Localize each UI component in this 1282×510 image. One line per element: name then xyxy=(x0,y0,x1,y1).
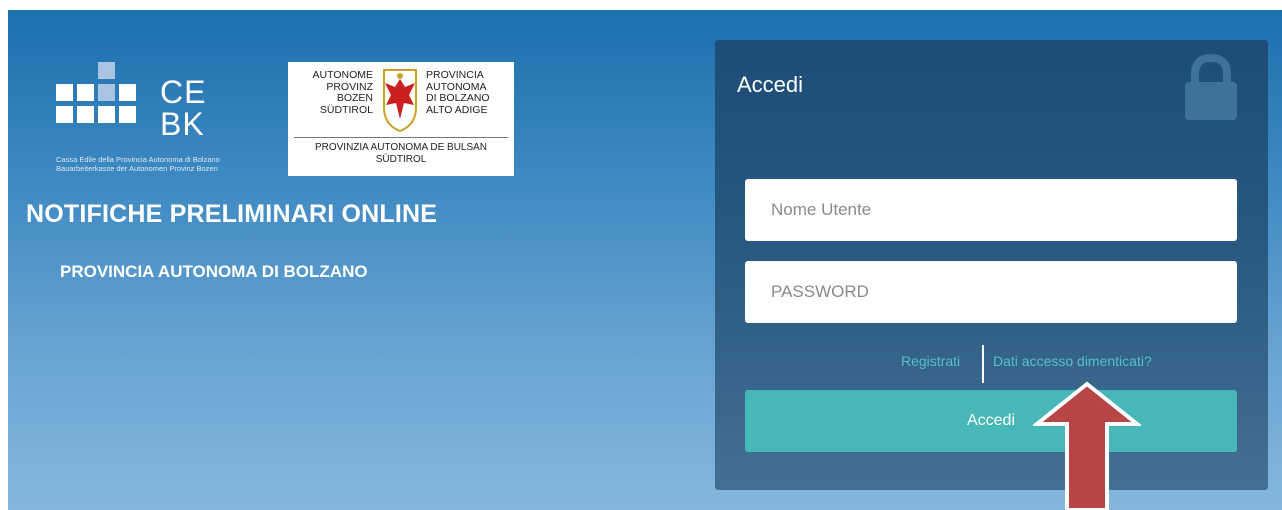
register-link[interactable]: Registrati xyxy=(901,353,960,369)
divider xyxy=(294,137,508,138)
province-logo-right-text: PROVINCIA AUTONOMA DI BOLZANO ALTO ADIGE xyxy=(426,69,516,116)
logo-tagline: Cassa Edile della Provincia Autonoma di … xyxy=(56,155,316,173)
username-input[interactable] xyxy=(745,179,1237,241)
login-title: Accedi xyxy=(737,72,804,97)
password-input[interactable] xyxy=(745,261,1237,323)
logo-square xyxy=(98,62,115,79)
logo-square xyxy=(56,106,73,123)
province-logo-left-text: AUTONOME PROVINZ BOZEN SÜDTIROL xyxy=(288,69,373,116)
login-panel: Accedi Registrati Dati accesso dimentica… xyxy=(715,40,1268,490)
province-text-line: DI BOLZANO xyxy=(426,92,490,104)
province-text-line: ALTO ADIGE xyxy=(426,103,488,116)
province-logo: AUTONOME PROVINZ BOZEN SÜDTIROL PROVINCI… xyxy=(288,62,514,176)
logo-tagline-de: Bauarbeiterkasse der Autonomen Provinz B… xyxy=(56,164,218,173)
logo-square xyxy=(56,84,73,101)
login-links: Registrati Dati accesso dimenticati? xyxy=(715,343,1268,383)
logo-text-ce: CE xyxy=(160,74,207,110)
forgot-credentials-link[interactable]: Dati accesso dimenticati? xyxy=(993,353,1152,369)
logo-square xyxy=(119,106,136,123)
province-logo-bottom-text: PROVINZIA AUTONOMA DE BULSAN SÜDTIROL xyxy=(288,142,514,165)
province-text-line: PROVINZIA AUTONOMA DE BULSAN xyxy=(314,142,488,153)
logo-square xyxy=(98,106,115,123)
province-text-line: SÜDTIROL xyxy=(319,103,373,116)
logo-square xyxy=(98,84,115,101)
province-text-line: AUTONOME xyxy=(312,69,373,81)
province-text-line: BOZEN xyxy=(336,92,373,104)
province-text-line: PROVINCIA xyxy=(426,69,484,81)
logo-square xyxy=(77,84,94,101)
link-separator xyxy=(982,345,984,383)
lock-icon xyxy=(1185,53,1237,120)
logo-square xyxy=(77,106,94,123)
cebk-logo: CE BK Cassa Edile della Provincia Autono… xyxy=(56,62,296,187)
page-title: NOTIFICHE PRELIMINARI ONLINE xyxy=(26,200,438,228)
logo-tagline-it: Cassa Edile della Provincia Autonoma di … xyxy=(56,155,220,164)
page-subtitle: PROVINCIA AUTONOMA DI BOLZANO xyxy=(60,262,368,281)
logo-text-bk: BK xyxy=(160,106,205,142)
province-text-line: SÜDTIROL xyxy=(375,153,427,165)
login-button[interactable]: Accedi xyxy=(745,390,1237,452)
logo-square xyxy=(119,84,136,101)
eagle-shield-icon xyxy=(383,69,417,133)
arrow-up-icon xyxy=(1033,381,1141,510)
